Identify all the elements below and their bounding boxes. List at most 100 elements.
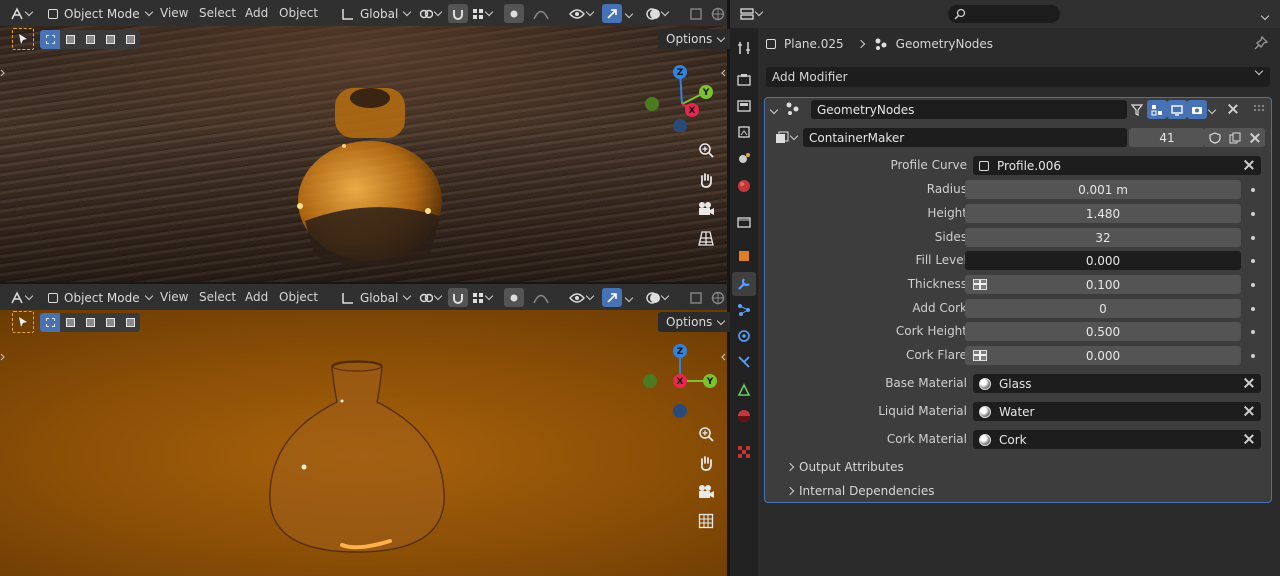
zoom-icon[interactable] <box>694 138 718 162</box>
number-field[interactable]: 1.480 <box>965 204 1241 223</box>
duplicate-icon[interactable] <box>1225 128 1245 147</box>
overlays-icon[interactable] <box>644 288 674 307</box>
editor-type-icon[interactable] <box>8 288 38 307</box>
panel-output-attributes[interactable]: Output Attributes <box>785 460 904 474</box>
select-extend-icon[interactable] <box>60 30 80 49</box>
wireframe-shading-icon[interactable] <box>708 4 728 23</box>
drag-handle-icon[interactable] <box>1253 104 1265 112</box>
select-new-icon[interactable] <box>40 312 60 332</box>
viewport-top[interactable]: Z Y X <box>0 26 727 282</box>
number-field[interactable]: 0.001 m <box>965 180 1241 199</box>
transform-orientation-dropdown[interactable]: Global <box>336 4 418 23</box>
sidebar-expand-icon[interactable] <box>720 66 726 77</box>
render-toggle-icon[interactable] <box>1187 100 1207 119</box>
editor-type-icon[interactable] <box>738 4 768 23</box>
select-extend-icon[interactable] <box>60 313 80 332</box>
snap-icon[interactable] <box>448 4 468 23</box>
viewport-toggle-icon[interactable] <box>1167 100 1187 119</box>
ortho-grid-icon[interactable] <box>694 509 718 533</box>
material-field[interactable]: Water <box>973 402 1261 421</box>
modifier-name-field[interactable]: GeometryNodes <box>811 100 1127 119</box>
select-subtract-icon[interactable] <box>80 30 100 49</box>
clear-icon[interactable] <box>1243 405 1255 417</box>
visibility-icon[interactable] <box>568 288 598 307</box>
keyframe-dot-icon[interactable] <box>1251 212 1255 216</box>
falloff-icon[interactable] <box>526 4 556 23</box>
modifier-tab-icon[interactable] <box>732 272 756 296</box>
snap-target-icon[interactable] <box>470 4 498 23</box>
output-tab-icon[interactable] <box>732 94 756 118</box>
wireframe-shading-icon[interactable] <box>708 288 728 307</box>
menu-add[interactable]: Add <box>245 284 268 310</box>
clear-icon[interactable] <box>1243 159 1255 171</box>
pan-hand-icon[interactable] <box>694 451 718 475</box>
menu-object[interactable]: Object <box>279 284 318 310</box>
keyframe-dot-icon[interactable] <box>1251 259 1255 263</box>
constraints-tab-icon[interactable] <box>732 350 756 374</box>
visibility-icon[interactable] <box>568 4 598 23</box>
proportional-edit-icon[interactable] <box>504 288 524 307</box>
particles-tab-icon[interactable] <box>732 298 756 322</box>
object-field[interactable]: Profile.006 <box>973 156 1261 175</box>
zoom-icon[interactable] <box>694 422 718 446</box>
menu-add[interactable]: Add <box>245 0 268 26</box>
keyframe-dot-icon[interactable] <box>1251 236 1255 240</box>
fake-user-shield-icon[interactable] <box>1205 128 1225 147</box>
menu-object[interactable]: Object <box>279 0 318 26</box>
number-field[interactable]: 0.000 <box>965 346 1241 365</box>
proportional-edit-icon[interactable] <box>504 4 524 23</box>
unlink-icon[interactable] <box>1245 128 1265 147</box>
number-field[interactable]: 0.100 <box>965 275 1241 294</box>
attribute-toggle-icon[interactable] <box>973 350 987 361</box>
keyframe-dot-icon[interactable] <box>1251 307 1255 311</box>
clear-icon[interactable] <box>1243 433 1255 445</box>
number-field[interactable]: 0 <box>965 299 1241 318</box>
selection-mode-group[interactable] <box>40 312 140 332</box>
select-new-icon[interactable] <box>40 29 60 49</box>
material-tab-icon[interactable] <box>732 404 756 428</box>
select-tool-icon[interactable] <box>12 28 34 50</box>
attribute-toggle-icon[interactable] <box>973 279 987 290</box>
keyframe-dot-icon[interactable] <box>1251 283 1255 287</box>
collapse-chevron-icon[interactable] <box>769 102 781 115</box>
sidebar-expand-icon[interactable] <box>720 350 726 361</box>
menu-view[interactable]: View <box>160 0 188 26</box>
object-tab-icon[interactable] <box>732 244 756 268</box>
keyframe-dot-icon[interactable] <box>1251 354 1255 358</box>
select-tool-icon[interactable] <box>12 311 34 333</box>
modifier-menu-chevron-icon[interactable] <box>1207 102 1219 115</box>
keyframe-dot-icon[interactable] <box>1251 330 1255 334</box>
keyframe-dot-icon[interactable] <box>1251 188 1255 192</box>
select-subtract-icon[interactable] <box>80 313 100 332</box>
interaction-mode-dropdown[interactable]: Object Mode <box>44 4 160 23</box>
search-field[interactable] <box>948 5 1060 23</box>
select-difference-icon[interactable] <box>100 313 120 332</box>
tool-tab-icon[interactable] <box>732 36 756 60</box>
options-button-bottom[interactable]: Options <box>658 312 737 332</box>
on-cage-toggle-icon[interactable] <box>1147 100 1167 119</box>
interaction-mode-dropdown[interactable]: Object Mode <box>44 288 160 307</box>
number-field[interactable]: 0.000 <box>965 251 1241 270</box>
material-field[interactable]: Glass <box>973 374 1261 393</box>
toolbar-expand-icon[interactable] <box>0 66 6 77</box>
xray-icon[interactable] <box>686 288 706 307</box>
physics-tab-icon[interactable] <box>732 324 756 348</box>
number-field[interactable]: 0.500 <box>965 322 1241 341</box>
material-field[interactable]: Cork <box>973 430 1261 449</box>
pivot-icon[interactable] <box>418 288 446 307</box>
camera-icon[interactable] <box>694 480 718 504</box>
selection-mode-group[interactable] <box>40 29 140 49</box>
breadcrumb-modifier[interactable]: GeometryNodes <box>896 37 993 51</box>
node-group-browse-icon[interactable] <box>775 128 803 147</box>
view-layer-tab-icon[interactable] <box>732 120 756 144</box>
clear-icon[interactable] <box>1243 377 1255 389</box>
gizmo-toggle-icon[interactable] <box>602 4 622 23</box>
menu-select[interactable]: Select <box>199 0 236 26</box>
navigation-gizmo-bottom[interactable]: Z Y X <box>640 343 720 423</box>
snap-icon[interactable] <box>448 288 468 307</box>
viewport-bottom[interactable]: Z Y X <box>0 309 727 576</box>
texture-tab-icon[interactable] <box>732 440 756 464</box>
transform-orientation-dropdown[interactable]: Global <box>336 288 418 307</box>
gizmo-toggle-icon[interactable] <box>602 288 622 307</box>
overlays-icon[interactable] <box>644 4 674 23</box>
